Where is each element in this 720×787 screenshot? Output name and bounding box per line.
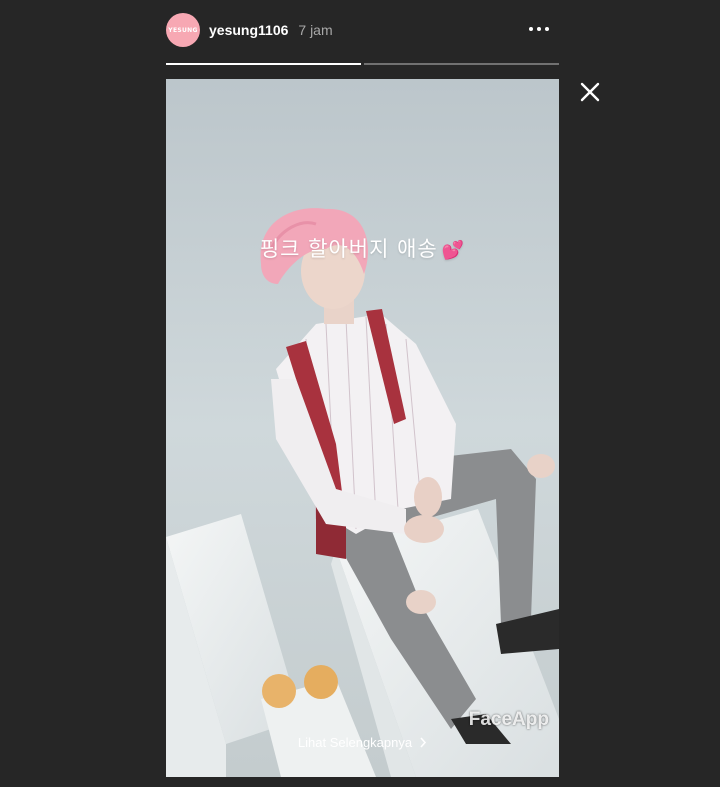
chevron-right-icon <box>420 737 427 748</box>
more-horizontal-icon <box>529 27 533 31</box>
more-options-button[interactable] <box>527 21 551 37</box>
faceapp-watermark: FaceApp <box>468 709 549 730</box>
progress-fill <box>166 63 361 65</box>
story-progress <box>166 63 559 65</box>
story-caption: 핑크 할아버지 애송 💕 <box>166 233 559 263</box>
story-photo <box>166 79 559 777</box>
more-dot <box>545 27 549 31</box>
more-dot <box>537 27 541 31</box>
username[interactable]: yesung1106 <box>209 22 288 38</box>
see-more-link[interactable]: Lihat Selengkapnya <box>166 735 559 757</box>
two-hearts-icon: 💕 <box>441 240 466 261</box>
timestamp: 7 jam <box>298 22 333 38</box>
progress-segment <box>364 63 559 65</box>
progress-segment <box>166 63 361 65</box>
story-viewer: YESUNG yesung1106 7 jam 핑크 할아버지 애송 💕 Fac… <box>0 0 720 787</box>
close-icon <box>580 82 600 102</box>
story-header: YESUNG yesung1106 7 jam <box>166 12 559 48</box>
see-more-label: Lihat Selengkapnya <box>297 735 413 750</box>
story-media[interactable]: 핑크 할아버지 애송 💕 FaceApp Lihat Selengkapnya <box>166 79 559 777</box>
avatar[interactable]: YESUNG <box>166 13 200 47</box>
caption-text: 핑크 할아버지 애송 <box>259 237 438 261</box>
close-button[interactable] <box>578 80 602 104</box>
